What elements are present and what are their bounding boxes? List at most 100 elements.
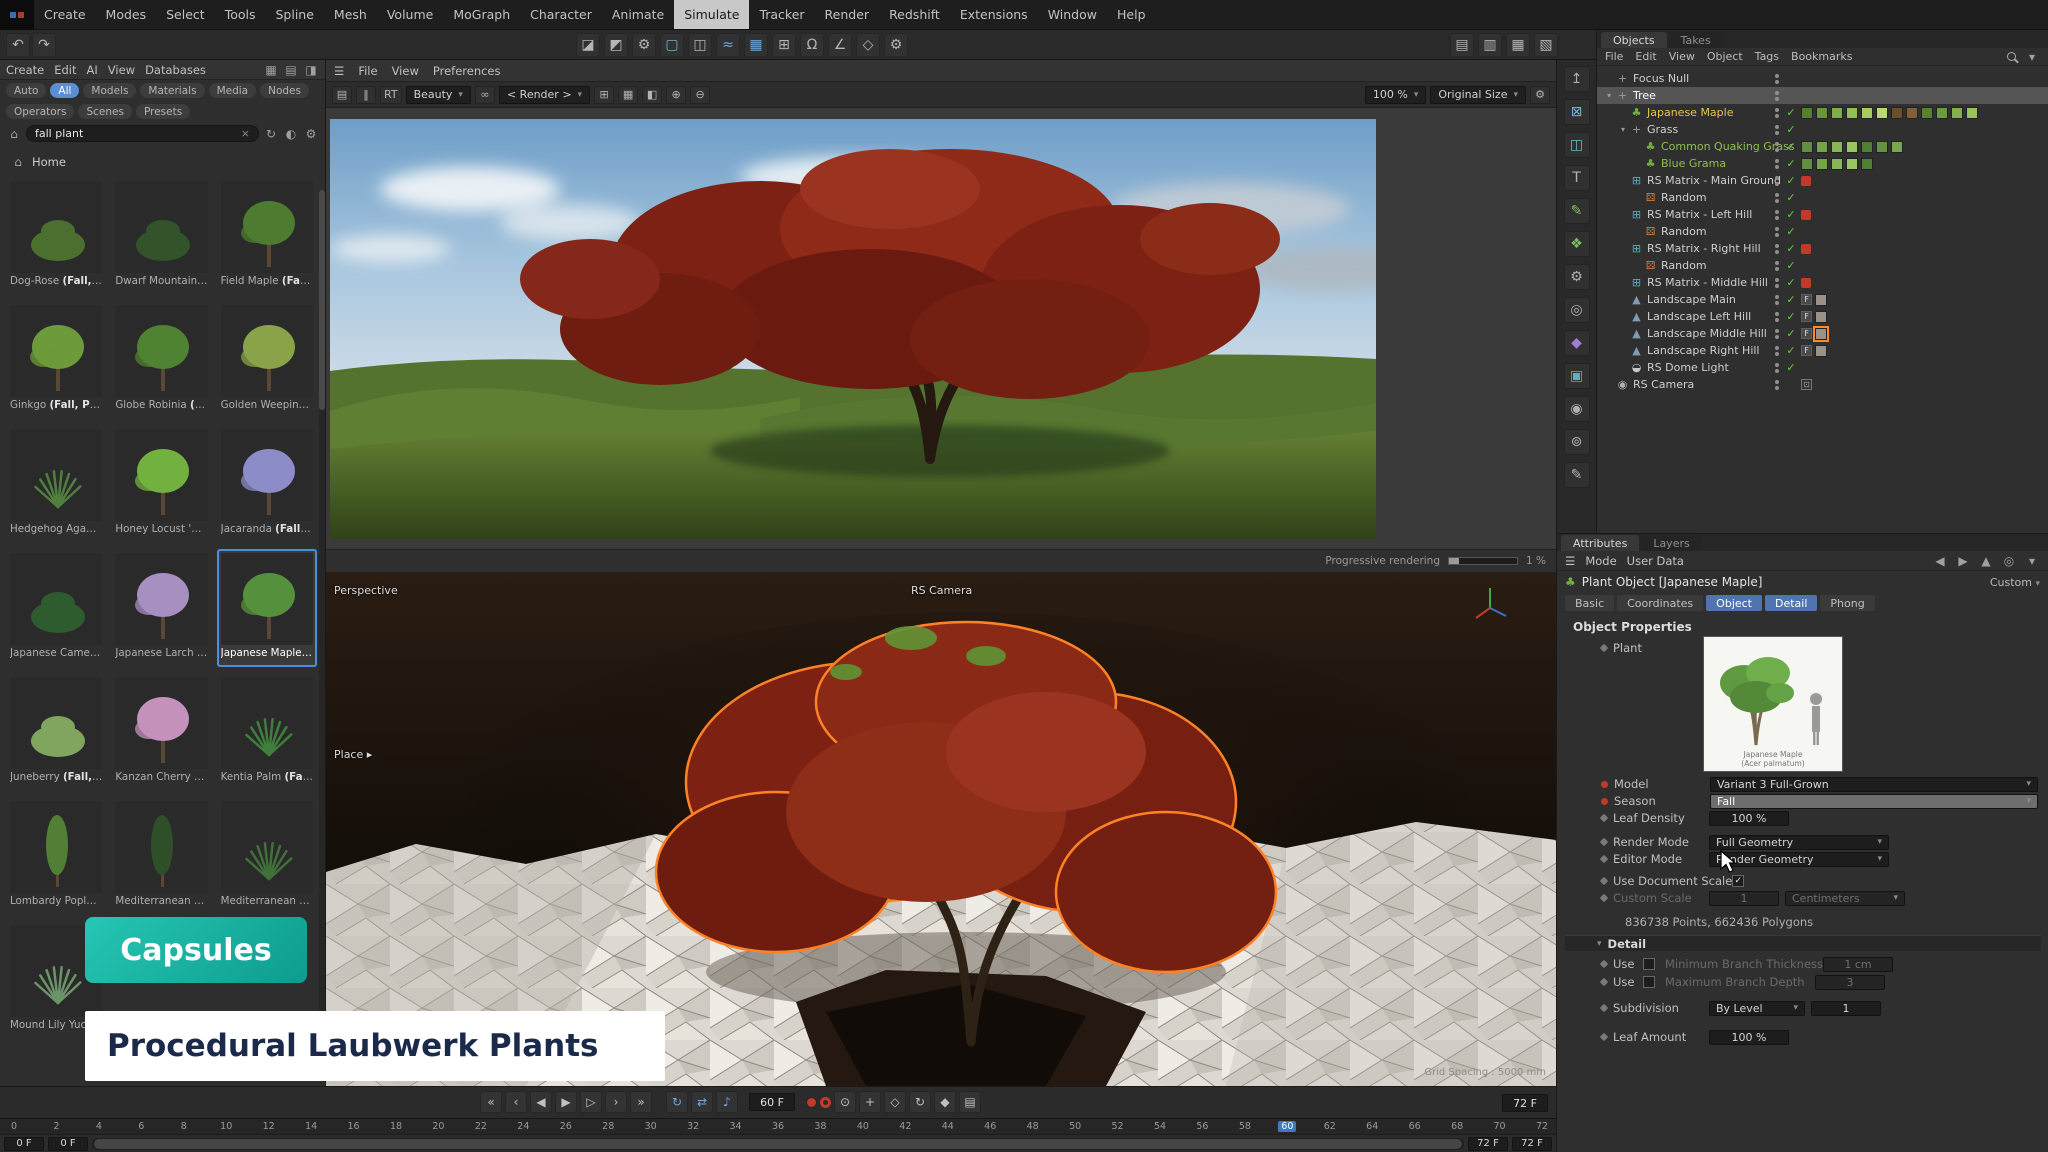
render-visibility-dot[interactable] bbox=[1775, 318, 1779, 322]
enabled-check-icon[interactable]: ✓ bbox=[1784, 157, 1798, 170]
enabled-check-icon[interactable]: ✓ bbox=[1784, 344, 1798, 357]
spline-pen-icon[interactable]: ✎ bbox=[1564, 198, 1590, 224]
goto-end-icon[interactable]: » bbox=[630, 1091, 652, 1113]
timeline-frame-44[interactable]: 44 bbox=[942, 1121, 954, 1132]
editor-visibility-dot[interactable] bbox=[1775, 193, 1779, 197]
enabled-check-icon[interactable]: ✓ bbox=[1784, 327, 1798, 340]
editor-visibility-dot[interactable] bbox=[1775, 312, 1779, 316]
field-tag[interactable]: F bbox=[1801, 311, 1812, 322]
timeline-range-handle[interactable] bbox=[94, 1139, 1462, 1149]
section-tab-coordinates[interactable]: Coordinates bbox=[1617, 595, 1703, 611]
editor-visibility-dot[interactable] bbox=[1775, 227, 1779, 231]
editor-visibility-dot[interactable] bbox=[1775, 363, 1779, 367]
cluster-icon[interactable]: ❖ bbox=[1564, 231, 1590, 257]
modeling-icon[interactable]: ◫ bbox=[688, 33, 712, 57]
modeling-icon[interactable]: ◫ bbox=[1564, 132, 1590, 158]
visibility-dots[interactable] bbox=[1773, 91, 1781, 101]
timeline-frame-54[interactable]: 54 bbox=[1154, 1121, 1166, 1132]
visibility-dots[interactable] bbox=[1773, 142, 1781, 152]
menu-character[interactable]: Character bbox=[520, 0, 602, 29]
material-swatch[interactable] bbox=[1861, 141, 1873, 153]
object-row[interactable]: ▲Landscape Right Hill✓F bbox=[1597, 342, 2048, 359]
render-settings-icon[interactable]: ⚙ bbox=[632, 33, 656, 57]
asset-item[interactable]: Japanese Larch (Fall, Plant) bbox=[111, 549, 211, 667]
object-row[interactable]: ▲Landscape Main✓F bbox=[1597, 291, 2048, 308]
end-frame-field[interactable]: 72 F bbox=[1502, 1094, 1548, 1112]
refresh-icon[interactable]: ↻ bbox=[263, 127, 279, 141]
timeline-frame-62[interactable]: 62 bbox=[1324, 1121, 1336, 1132]
menu-tracker[interactable]: Tracker bbox=[749, 0, 814, 29]
material-swatch[interactable] bbox=[1801, 141, 1813, 153]
rt-button[interactable]: RT bbox=[380, 86, 402, 104]
visibility-dots[interactable] bbox=[1773, 380, 1781, 390]
object-row[interactable]: ♣Japanese Maple✓ bbox=[1597, 104, 2048, 121]
perspective-viewport[interactable]: Perspective RS Camera Place ▸ Grid Spaci… bbox=[326, 572, 1556, 1086]
render-visibility-dot[interactable] bbox=[1775, 352, 1779, 356]
up-icon[interactable]: ▲ bbox=[1978, 554, 1994, 568]
home-icon[interactable]: ⌂ bbox=[6, 127, 22, 141]
search-icon[interactable] bbox=[2007, 52, 2016, 61]
editor-visibility-dot[interactable] bbox=[1775, 108, 1779, 112]
asset-item[interactable]: Mediterranean Cypress (Fall, Plant) bbox=[111, 797, 211, 915]
enabled-check-icon[interactable]: ✓ bbox=[1784, 191, 1798, 204]
asset-item[interactable]: Ginkgo (Fall, Plant) bbox=[6, 301, 106, 419]
timeline-frame-32[interactable]: 32 bbox=[687, 1121, 699, 1132]
asset-item[interactable]: Jacaranda (Fall, Plant) bbox=[217, 425, 317, 543]
material-swatch[interactable] bbox=[1831, 141, 1843, 153]
prev-frame-icon[interactable]: ◀ bbox=[530, 1091, 552, 1113]
asset-menu-create[interactable]: Create bbox=[6, 63, 44, 77]
material-swatch[interactable] bbox=[1815, 328, 1827, 340]
range-start-field-0[interactable]: 0 F bbox=[4, 1137, 44, 1151]
enabled-check-icon[interactable]: ✓ bbox=[1784, 361, 1798, 374]
timeline-frame-30[interactable]: 30 bbox=[645, 1121, 657, 1132]
asset-item[interactable]: Mediterranean Dwarf Palm (Fall, Plant) bbox=[217, 797, 317, 915]
camera-label[interactable]: RS Camera bbox=[911, 584, 972, 597]
workplane-icon[interactable]: ◇ bbox=[856, 33, 880, 57]
timeline-frame-2[interactable]: 2 bbox=[53, 1121, 59, 1132]
enabled-check-icon[interactable]: ✓ bbox=[1784, 242, 1798, 255]
material-swatch[interactable] bbox=[1831, 158, 1843, 170]
om-menu-file[interactable]: File bbox=[1605, 50, 1623, 63]
record-position-icon[interactable]: + bbox=[859, 1091, 881, 1113]
zoom-out-icon[interactable]: ⊖ bbox=[690, 86, 710, 104]
object-row[interactable]: ▾+Grass✓ bbox=[1597, 121, 2048, 138]
timeline-frame-40[interactable]: 40 bbox=[857, 1121, 869, 1132]
range-end-field-0[interactable]: 72 F bbox=[1468, 1137, 1508, 1151]
max-branch-use-checkbox[interactable] bbox=[1643, 976, 1655, 988]
enabled-check-icon[interactable]: ✓ bbox=[1784, 208, 1798, 221]
editor-visibility-dot[interactable] bbox=[1775, 91, 1779, 95]
keyframe-selection-icon[interactable]: ⊙ bbox=[834, 1091, 856, 1113]
asset-item[interactable]: Japanese Camellia (Fall, Plant) bbox=[6, 549, 106, 667]
redshift-object-tag[interactable] bbox=[1801, 278, 1811, 288]
section-tab-basic[interactable]: Basic bbox=[1565, 595, 1614, 611]
volume-icon[interactable]: ◆ bbox=[1564, 330, 1590, 356]
material-swatch[interactable] bbox=[1815, 311, 1827, 323]
render-view-menu-file[interactable]: File bbox=[358, 64, 377, 78]
material-swatch[interactable] bbox=[1906, 107, 1918, 119]
pingpong-icon[interactable]: ⇄ bbox=[691, 1091, 713, 1113]
object-row[interactable]: ⊞RS Matrix - Left Hill✓ bbox=[1597, 206, 2048, 223]
material-swatch[interactable] bbox=[1801, 107, 1813, 119]
visibility-dots[interactable] bbox=[1773, 363, 1781, 373]
visibility-dots[interactable] bbox=[1773, 278, 1781, 288]
asset-item[interactable]: Globe Robinia (Fall, Plant) bbox=[111, 301, 211, 419]
asset-item[interactable]: Field Maple (Fall, Plant) bbox=[217, 177, 317, 295]
object-row[interactable]: ▾+Tree bbox=[1597, 87, 2048, 104]
min-branch-use-checkbox[interactable] bbox=[1643, 958, 1655, 970]
object-row[interactable]: ⊞RS Matrix - Middle Hill✓ bbox=[1597, 274, 2048, 291]
axis-icon[interactable]: ↥ bbox=[1564, 66, 1590, 92]
breadcrumb[interactable]: ⌂ Home bbox=[0, 151, 325, 173]
range-end-field-1[interactable]: 72 F bbox=[1512, 1137, 1552, 1151]
om-menu-object[interactable]: Object bbox=[1707, 50, 1743, 63]
visibility-dots[interactable] bbox=[1773, 108, 1781, 118]
render-view-icon[interactable]: ◪ bbox=[576, 33, 600, 57]
keyframe-dot[interactable] bbox=[1600, 960, 1608, 968]
visibility-dots[interactable] bbox=[1773, 159, 1781, 169]
timeline-frame-36[interactable]: 36 bbox=[772, 1121, 784, 1132]
render-visibility-dot[interactable] bbox=[1775, 301, 1779, 305]
goto-start-icon[interactable]: « bbox=[480, 1091, 502, 1113]
detail-section-header[interactable]: ▾ Detail bbox=[1565, 935, 2041, 951]
target-icon[interactable]: ⊚ bbox=[1564, 429, 1590, 455]
next-key-icon[interactable]: › bbox=[605, 1091, 627, 1113]
tab-takes[interactable]: Takes bbox=[1669, 32, 1723, 48]
